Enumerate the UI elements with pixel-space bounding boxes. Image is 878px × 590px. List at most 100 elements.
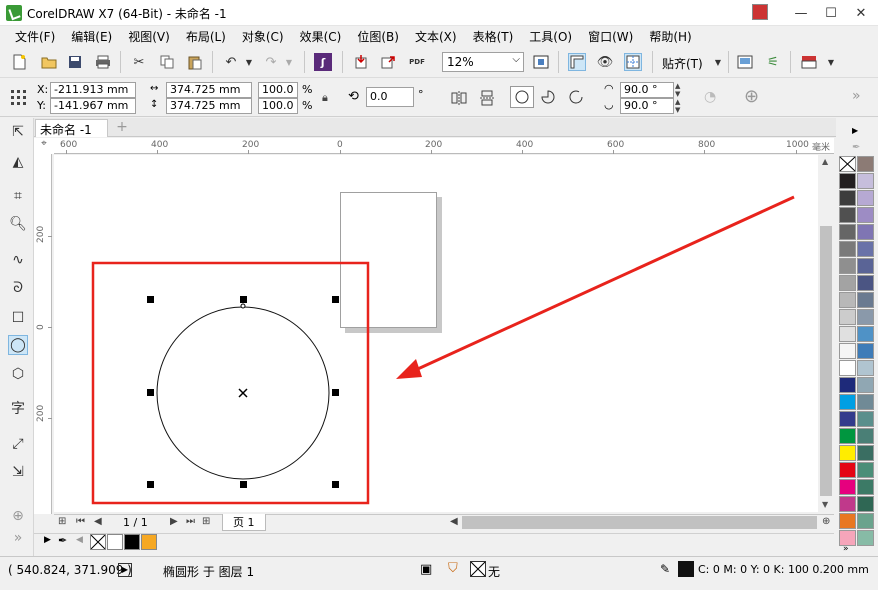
tab-document[interactable]: 未命名 -1 — [35, 119, 108, 137]
palette-swatch[interactable] — [857, 428, 874, 444]
print-icon[interactable] — [94, 53, 112, 71]
palette-swatch[interactable] — [857, 343, 874, 359]
palette-swatch[interactable] — [857, 530, 874, 546]
horizontal-scroll-thumb[interactable] — [462, 516, 817, 529]
open-folder-icon[interactable] — [40, 53, 58, 71]
tab-page-1[interactable]: 页 1 — [222, 514, 266, 531]
palette-menu-icon[interactable]: ▶ — [852, 126, 858, 135]
swatch-black[interactable] — [124, 534, 140, 550]
palette-swatch[interactable] — [857, 292, 874, 308]
color-proof-icon[interactable]: ▣ — [420, 562, 432, 577]
maximize-button[interactable]: ☐ — [814, 0, 848, 26]
direction-icon[interactable]: ◔ — [704, 89, 716, 105]
palette-swatch[interactable] — [839, 479, 856, 495]
first-page-icon[interactable]: ⏮ — [76, 516, 85, 527]
palette-swatch[interactable] — [839, 309, 856, 325]
freehand-tool-icon[interactable]: ∿ — [8, 250, 28, 270]
palette-swatch[interactable] — [839, 275, 856, 291]
palette-swatch[interactable] — [839, 360, 856, 376]
palette-swatch[interactable] — [857, 411, 874, 427]
menu-text[interactable]: 文本(X) — [408, 28, 466, 45]
menu-table[interactable]: 表格(T) — [466, 28, 523, 45]
horizontal-ruler[interactable] — [54, 138, 834, 154]
mirror-vertical-icon[interactable] — [478, 89, 496, 107]
welcome-screen-icon[interactable] — [736, 53, 754, 71]
application-launcher-icon[interactable] — [800, 53, 818, 71]
cut-icon[interactable]: ✂ — [130, 53, 148, 71]
redo-icon[interactable]: ↷ — [262, 53, 280, 71]
palette-swatch[interactable] — [857, 156, 874, 172]
previous-page-icon[interactable]: ◀ — [94, 516, 102, 527]
add-tool-icon[interactable]: ⊕ — [8, 506, 28, 526]
full-screen-preview-icon[interactable] — [532, 53, 550, 71]
palette-swatch[interactable] — [839, 428, 856, 444]
palette-swatch[interactable] — [839, 207, 856, 223]
palette-swatch[interactable] — [839, 462, 856, 478]
connector-tool-icon[interactable]: ⇲ — [8, 462, 28, 482]
palette-swatch[interactable] — [857, 394, 874, 410]
next-page-icon[interactable]: ▶ — [170, 516, 178, 527]
minimize-button[interactable]: — — [784, 0, 818, 26]
ellipse-shape-button[interactable] — [510, 86, 534, 108]
start-angle-input[interactable]: 90.0 ° — [620, 82, 674, 98]
swatch-white[interactable] — [107, 534, 123, 550]
expand-toolbox-icon[interactable]: » — [8, 528, 28, 548]
object-origin-icon[interactable] — [9, 88, 27, 106]
palette-swatch[interactable] — [857, 496, 874, 512]
paste-icon[interactable] — [186, 53, 204, 71]
outline-pen-icon[interactable]: ✎ — [660, 562, 670, 576]
palette-swatch[interactable] — [857, 275, 874, 291]
menu-edit[interactable]: 编辑(E) — [64, 28, 121, 45]
add-icon[interactable]: ⊕ — [744, 86, 759, 107]
menu-window[interactable]: 窗口(W) — [581, 28, 642, 45]
more-options-icon[interactable]: » — [852, 88, 861, 104]
copy-icon[interactable] — [158, 53, 176, 71]
palette-swatch[interactable] — [857, 462, 874, 478]
palette-swatch[interactable] — [857, 377, 874, 393]
palette-swatch[interactable] — [857, 207, 874, 223]
add-page-before-icon[interactable]: ⊞ — [58, 516, 66, 527]
arc-shape-icon[interactable] — [568, 89, 586, 107]
menu-view[interactable]: 视图(V) — [121, 28, 179, 45]
palette-swatch[interactable] — [857, 326, 874, 342]
height-input[interactable]: 374.725 mm — [166, 98, 252, 114]
palette-swatch[interactable] — [857, 360, 874, 376]
status-expand-icon[interactable]: ▶ — [118, 563, 132, 577]
coreldraw-app-icon[interactable] — [6, 5, 22, 21]
palette-swatch[interactable] — [839, 530, 856, 546]
palette-swatch[interactable] — [857, 241, 874, 257]
options-icon[interactable]: ⚟ — [764, 53, 782, 71]
width-input[interactable]: 374.725 mm — [166, 82, 252, 98]
rotation-angle-input[interactable]: 0.0 — [366, 87, 414, 107]
y-position-input[interactable]: -141.967 mm — [50, 98, 136, 114]
rectangle-tool-icon[interactable]: ☐ — [8, 308, 28, 328]
search-content-icon[interactable]: ʃ — [314, 53, 332, 71]
chevron-down-icon[interactable]: ▼ — [822, 53, 840, 71]
new-document-icon[interactable] — [10, 53, 28, 71]
show-rulers-icon[interactable] — [568, 53, 586, 71]
menu-file[interactable]: 文件(F) — [8, 28, 64, 45]
scroll-down-icon[interactable]: ▼ — [822, 500, 828, 509]
palette-swatch[interactable] — [857, 173, 874, 189]
dimension-tool-icon[interactable]: ⤢ — [8, 434, 28, 454]
polygon-tool-icon[interactable]: ⬡ — [8, 364, 28, 384]
new-tab-icon[interactable]: + — [114, 120, 130, 136]
swatch-none[interactable] — [90, 534, 106, 550]
save-icon[interactable] — [66, 53, 84, 71]
fill-bucket-icon[interactable]: ⛉ — [448, 561, 458, 576]
zoom-level-select[interactable]: 12% ⌵ — [442, 52, 524, 72]
palette-swatch[interactable] — [839, 445, 856, 461]
palette-swatch[interactable] — [839, 513, 856, 529]
scale-x-input[interactable]: 100.0 — [258, 82, 298, 98]
palette-swatch[interactable] — [839, 241, 856, 257]
scale-y-input[interactable]: 100.0 — [258, 98, 298, 114]
palette-swatch[interactable] — [839, 173, 856, 189]
palette-swatch[interactable] — [839, 292, 856, 308]
artistic-media-tool-icon[interactable]: ᘐ — [8, 278, 28, 298]
palette-swatch[interactable] — [857, 445, 874, 461]
palette-swatch[interactable] — [839, 411, 856, 427]
end-angle-input[interactable]: 90.0 ° — [620, 98, 674, 114]
snap-to-dropdown[interactable]: 贴齐(T) — [662, 55, 703, 72]
palette-swatch[interactable] — [839, 394, 856, 410]
scroll-left-icon[interactable]: ◀ — [450, 516, 458, 527]
